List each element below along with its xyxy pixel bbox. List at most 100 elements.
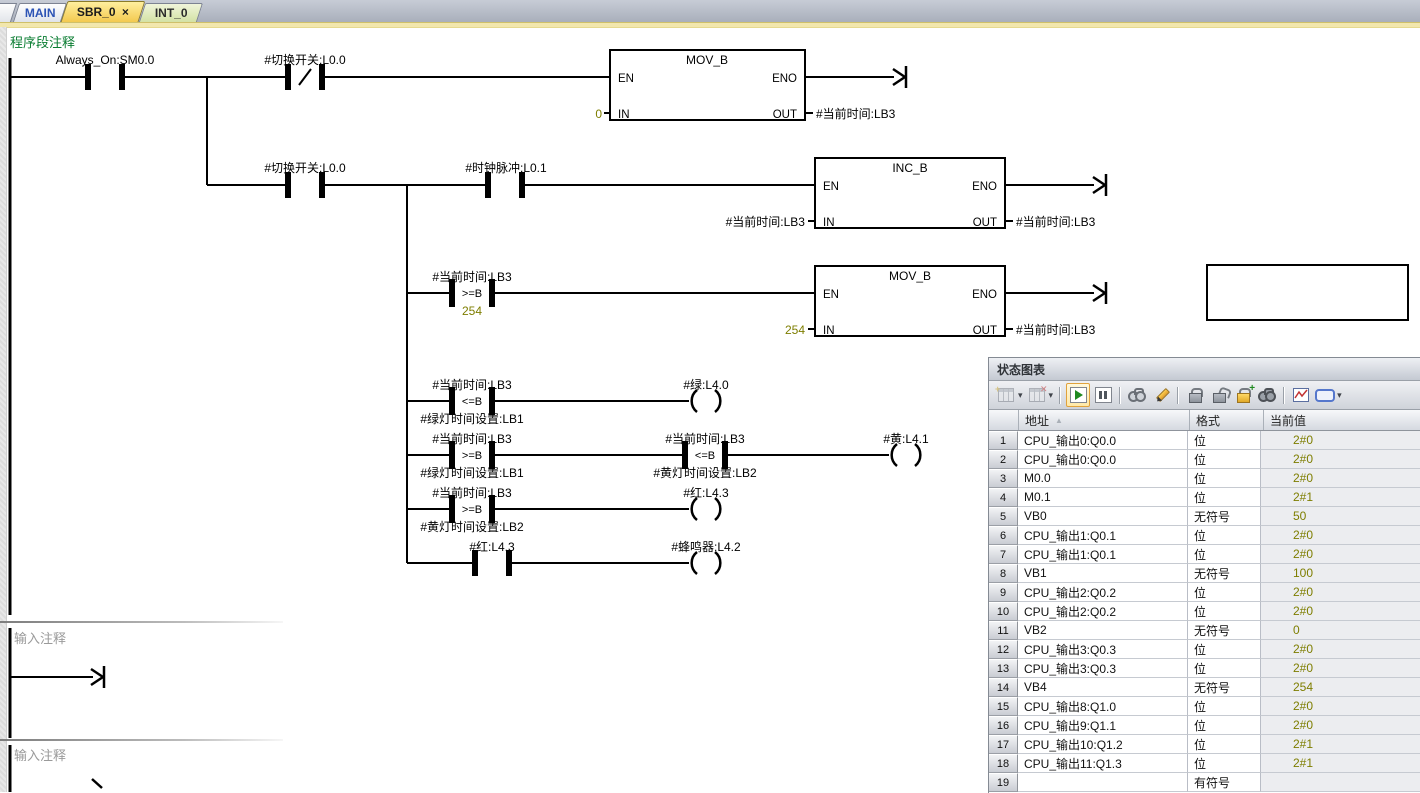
cell-num[interactable]: 11 (989, 621, 1018, 640)
cell-addr[interactable]: CPU_输出0:Q0.0 (1018, 450, 1188, 469)
delete-chart-button[interactable]: ✕ (1026, 384, 1048, 406)
contact-bar[interactable] (507, 551, 511, 575)
coil-label[interactable]: #红:L4.3 (683, 485, 729, 500)
contact-bar[interactable] (286, 173, 290, 197)
operand-label[interactable]: #当前时间:LB3 (1016, 322, 1096, 337)
cell-fmt[interactable]: 位 (1188, 602, 1261, 621)
compare-op[interactable]: >=B (462, 504, 482, 516)
cell-fmt[interactable]: 无符号 (1188, 507, 1261, 526)
table-row[interactable]: 3M0.0位2#0 (989, 469, 1420, 488)
table-row[interactable]: 17CPU_输出10:Q1.2位2#1 (989, 735, 1420, 754)
box-title[interactable]: INC_B (892, 161, 927, 175)
coil-buzzer[interactable] (692, 552, 721, 574)
operand-label[interactable]: #切换开关:L0.0 (264, 53, 346, 67)
table-row[interactable]: 19有符号 (989, 773, 1420, 792)
pause-status-button[interactable] (1092, 384, 1114, 406)
operand-label[interactable]: #切换开关:L0.0 (264, 161, 346, 175)
unforce-button[interactable] (1208, 384, 1230, 406)
table-row[interactable]: 2CPU_输出0:Q0.0位2#0 (989, 450, 1420, 469)
cell-addr[interactable] (1018, 773, 1188, 792)
cell-fmt[interactable]: 位 (1188, 431, 1261, 450)
cell-val[interactable]: 2#1 (1261, 488, 1420, 507)
nc-contact-bar[interactable] (320, 65, 324, 89)
operand-label[interactable]: Always_On:SM0.0 (56, 53, 155, 67)
coil-green[interactable] (692, 390, 721, 412)
table-row[interactable]: 1CPU_输出0:Q0.0位2#0 (989, 431, 1420, 450)
header-corner-cell[interactable] (989, 410, 1019, 430)
operand-label[interactable]: #红:L4.3 (469, 539, 515, 554)
cell-addr[interactable]: CPU_输出1:Q0.1 (1018, 545, 1188, 564)
cell-num[interactable]: 14 (989, 678, 1018, 697)
coil-yellow[interactable] (892, 444, 921, 466)
cell-num[interactable]: 6 (989, 526, 1018, 545)
cell-val[interactable]: 100 (1261, 564, 1420, 583)
cell-num[interactable]: 13 (989, 659, 1018, 678)
nc-contact-bar[interactable] (286, 65, 290, 89)
read-force-button[interactable] (1256, 384, 1278, 406)
coil-label[interactable]: #绿:L4.0 (683, 377, 729, 392)
table-row[interactable]: 12CPU_输出3:Q0.3位2#0 (989, 640, 1420, 659)
cell-num[interactable]: 1 (989, 431, 1018, 450)
cell-val[interactable]: 2#0 (1261, 450, 1420, 469)
table-row[interactable]: 18CPU_输出11:Q1.3位2#1 (989, 754, 1420, 773)
cell-num[interactable]: 19 (989, 773, 1018, 792)
cell-addr[interactable]: VB0 (1018, 507, 1188, 526)
cell-addr[interactable]: CPU_输出11:Q1.3 (1018, 754, 1188, 773)
operand-label[interactable]: #当前时间:LB3 (726, 214, 806, 229)
force-button[interactable] (1184, 384, 1206, 406)
cell-fmt[interactable]: 位 (1188, 659, 1261, 678)
pin-value[interactable]: 0 (595, 107, 602, 121)
cell-addr[interactable]: CPU_输出0:Q0.0 (1018, 431, 1188, 450)
cell-num[interactable]: 5 (989, 507, 1018, 526)
header-value[interactable]: 当前值 (1264, 410, 1420, 430)
operand-label[interactable]: #黄灯时间设置:LB2 (653, 466, 757, 480)
cell-val[interactable]: 2#0 (1261, 431, 1420, 450)
cell-addr[interactable]: CPU_输出1:Q0.1 (1018, 526, 1188, 545)
read-all-button[interactable] (1126, 384, 1148, 406)
cell-addr[interactable]: CPU_输出10:Q1.2 (1018, 735, 1188, 754)
cell-addr[interactable]: CPU_输出3:Q0.3 (1018, 640, 1188, 659)
cell-num[interactable]: 7 (989, 545, 1018, 564)
cell-fmt[interactable]: 位 (1188, 735, 1261, 754)
box-title[interactable]: MOV_B (686, 53, 728, 67)
compare-op[interactable]: <=B (695, 450, 715, 462)
operand-label[interactable]: #当前时间:LB3 (432, 431, 512, 446)
box-title[interactable]: MOV_B (889, 269, 931, 283)
cell-num[interactable]: 4 (989, 488, 1018, 507)
operand-label[interactable]: #当前时间:LB3 (1016, 214, 1096, 229)
operand-label[interactable]: #当前时间:LB3 (665, 431, 745, 446)
cell-addr[interactable]: CPU_输出3:Q0.3 (1018, 659, 1188, 678)
contact-bar[interactable] (520, 173, 524, 197)
cell-val[interactable]: 2#1 (1261, 754, 1420, 773)
operand-label[interactable]: #黄灯时间设置:LB2 (420, 520, 524, 534)
tab-sbr0[interactable]: SBR_0 × (61, 1, 146, 22)
contact-bar[interactable] (473, 551, 477, 575)
cell-val[interactable] (1261, 773, 1420, 792)
cell-fmt[interactable]: 无符号 (1188, 564, 1261, 583)
cell-fmt[interactable]: 位 (1188, 469, 1261, 488)
cell-val[interactable]: 50 (1261, 507, 1420, 526)
cell-val[interactable]: 2#0 (1261, 640, 1420, 659)
run-status-button[interactable] (1066, 383, 1090, 407)
empty-box[interactable] (1207, 265, 1408, 320)
table-row[interactable]: 5VB0无符号50 (989, 507, 1420, 526)
cell-val[interactable]: 2#0 (1261, 526, 1420, 545)
contact-bar[interactable] (320, 173, 324, 197)
cell-val[interactable]: 2#0 (1261, 602, 1420, 621)
table-row[interactable]: 10CPU_输出2:Q0.2位2#0 (989, 602, 1420, 621)
cell-num[interactable]: 10 (989, 602, 1018, 621)
operand-label[interactable]: #当前时间:LB3 (432, 269, 512, 284)
table-row[interactable]: 6CPU_输出1:Q0.1位2#0 (989, 526, 1420, 545)
tag-properties-button[interactable] (1314, 384, 1336, 406)
cell-val[interactable]: 2#0 (1261, 583, 1420, 602)
cell-fmt[interactable]: 位 (1188, 754, 1261, 773)
cell-addr[interactable]: M0.0 (1018, 469, 1188, 488)
cell-addr[interactable]: CPU_输出8:Q1.0 (1018, 697, 1188, 716)
cell-num[interactable]: 15 (989, 697, 1018, 716)
cell-addr[interactable]: VB1 (1018, 564, 1188, 583)
coil-red[interactable] (692, 498, 721, 520)
force-new-button[interactable]: + (1232, 384, 1254, 406)
cell-addr[interactable]: VB2 (1018, 621, 1188, 640)
cell-fmt[interactable]: 位 (1188, 583, 1261, 602)
cell-addr[interactable]: CPU_输出9:Q1.1 (1018, 716, 1188, 735)
